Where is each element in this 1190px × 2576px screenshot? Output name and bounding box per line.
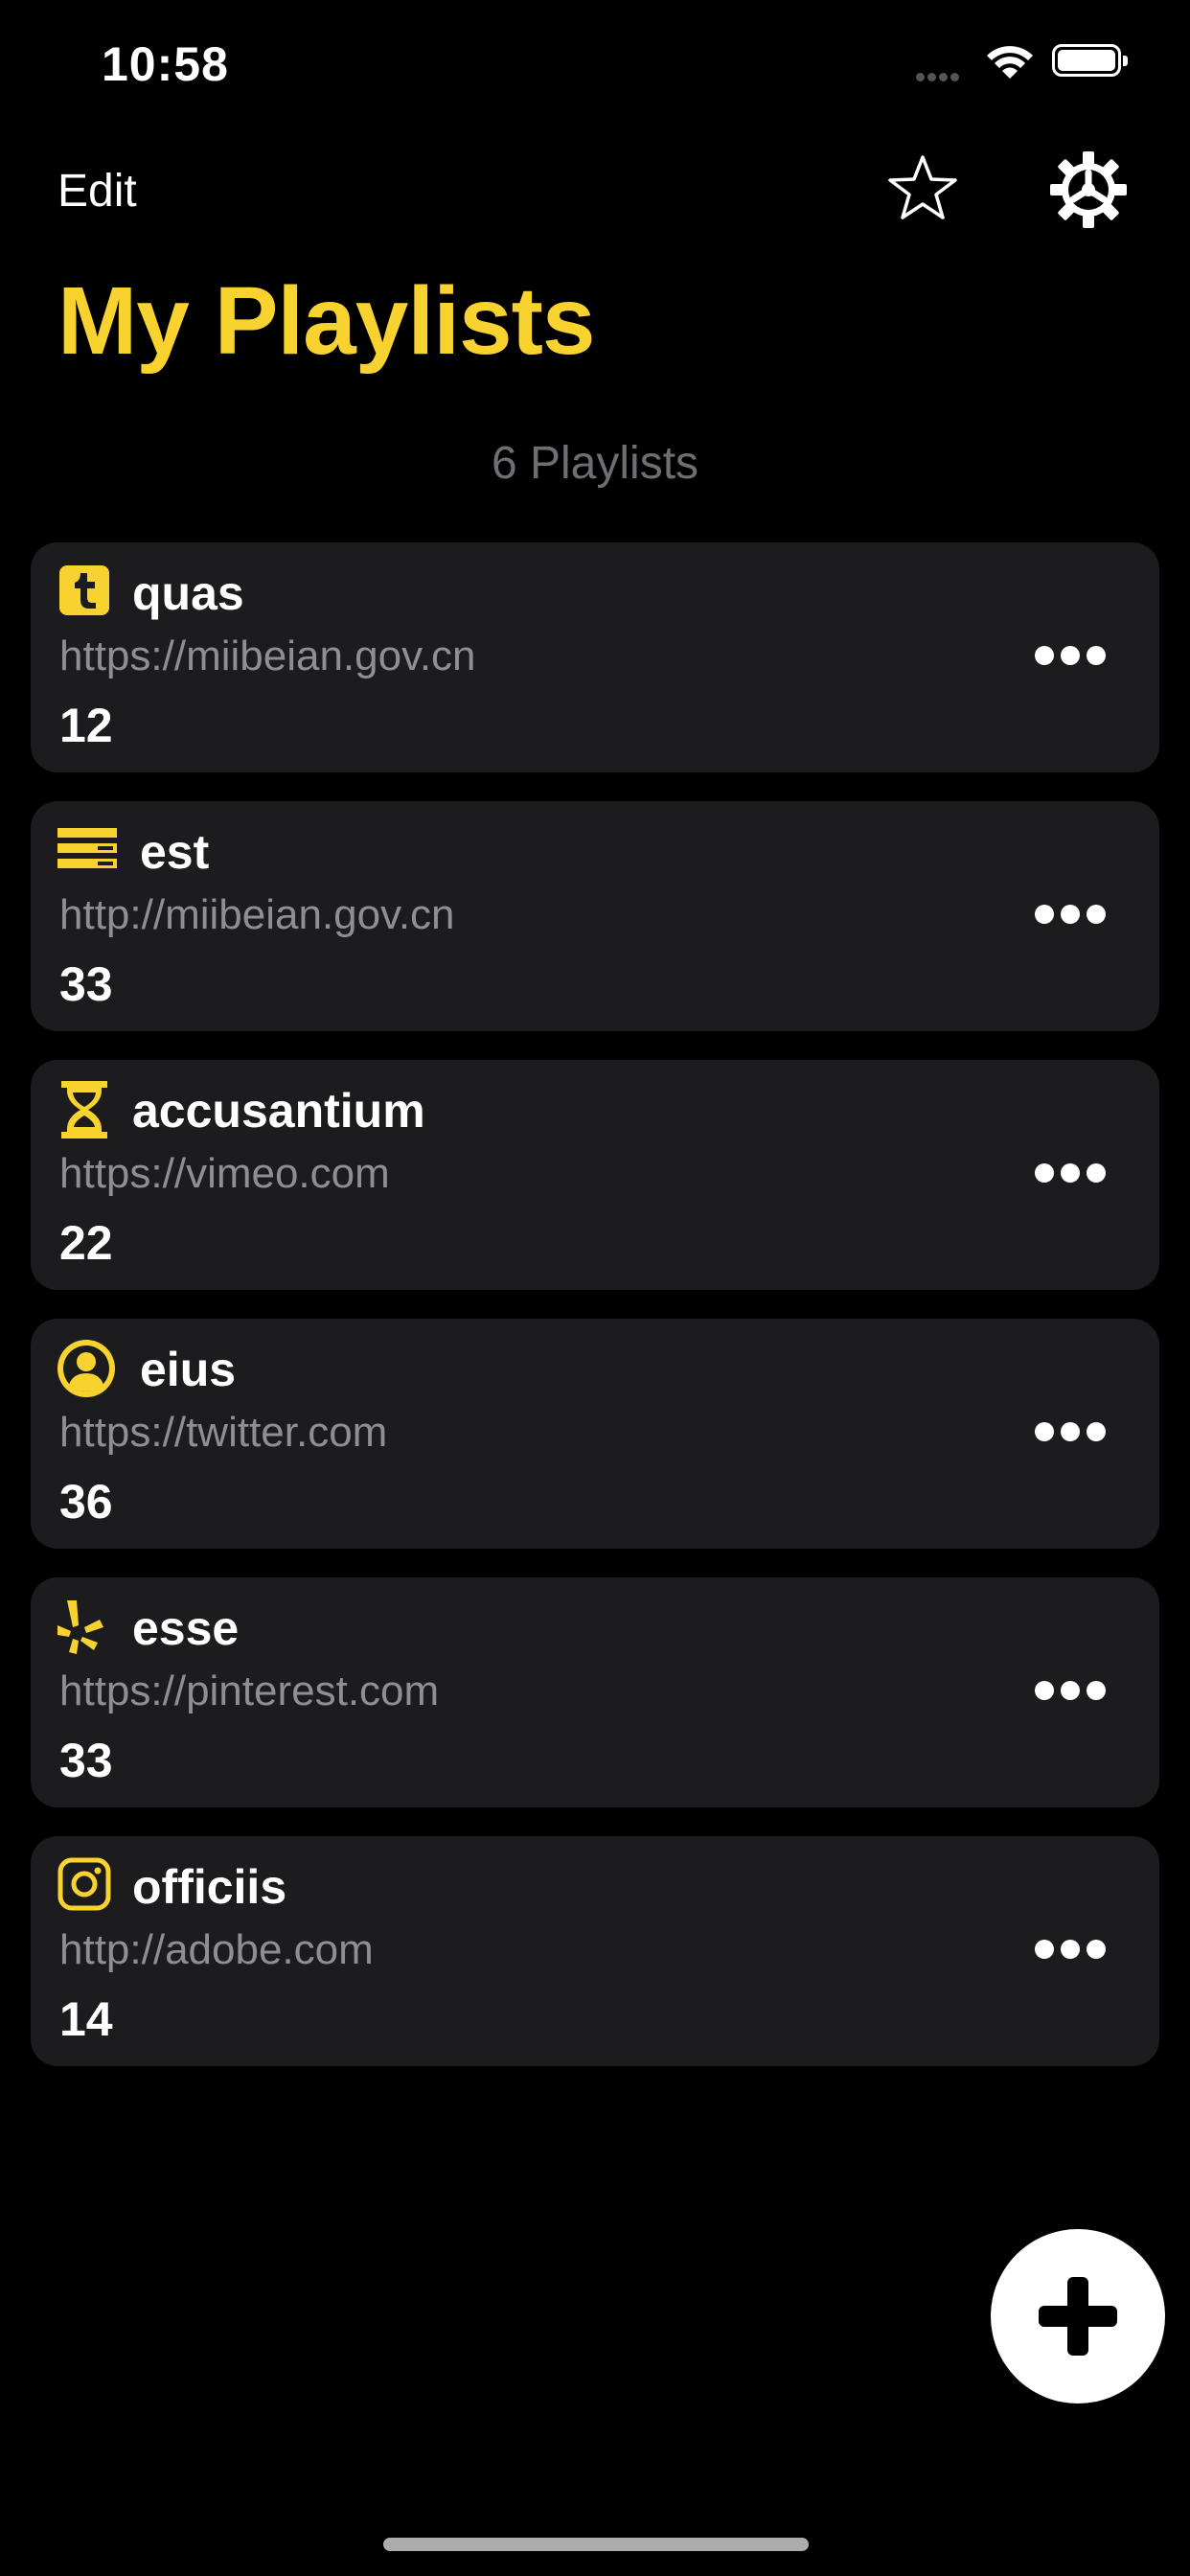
user-circle-icon: [57, 1340, 115, 1397]
playlist-url: https://pinterest.com: [59, 1668, 440, 1714]
playlist-name: quas: [132, 566, 244, 620]
playlist-name: accusantium: [132, 1084, 425, 1138]
star-icon[interactable]: [887, 153, 958, 227]
playlist-item-count: 33: [59, 957, 113, 1011]
playlist-url: https://miibeian.gov.cn: [59, 632, 476, 679]
add-playlist-button[interactable]: [991, 2229, 1165, 2404]
tumblr-icon: [57, 564, 111, 617]
home-indicator[interactable]: [383, 2538, 809, 2551]
playlist-card[interactable]: accusantium https://vimeo.com 22: [31, 1060, 1159, 1290]
plus-icon: [1039, 2277, 1117, 2356]
playlist-item-count: 14: [59, 1992, 113, 2046]
playlist-card[interactable]: esse https://pinterest.com 33: [31, 1577, 1159, 1807]
hourglass-icon: [57, 1081, 111, 1138]
settings-gear-icon[interactable]: [1048, 150, 1129, 235]
playlist-card[interactable]: officiis http://adobe.com 14: [31, 1836, 1159, 2066]
instagram-icon: [57, 1857, 111, 1911]
edit-button[interactable]: Edit: [57, 165, 137, 218]
cellular-signal-icon: [916, 69, 962, 86]
playlist-name: esse: [132, 1601, 240, 1655]
playlist-count: 6 Playlists: [491, 438, 699, 489]
playlist-url: https://vimeo.com: [59, 1150, 390, 1197]
wifi-icon: [985, 42, 1035, 85]
page-title: My Playlists: [57, 267, 596, 375]
playlist-item-count: 22: [59, 1216, 113, 1270]
more-options-icon[interactable]: [1035, 905, 1112, 929]
playlist-card[interactable]: eius https://twitter.com 36: [31, 1319, 1159, 1549]
playlist-url: https://twitter.com: [59, 1409, 388, 1456]
playlist-name: est: [140, 825, 210, 879]
yelp-icon: [57, 1598, 111, 1654]
playlist-name: officiis: [132, 1860, 287, 1914]
playlist-name: eius: [140, 1343, 237, 1396]
playlist-item-count: 36: [59, 1475, 113, 1529]
playlist-card[interactable]: quas https://miibeian.gov.cn 12: [31, 542, 1159, 772]
playlist-url: http://miibeian.gov.cn: [59, 891, 455, 938]
playlist-card[interactable]: est http://miibeian.gov.cn 33: [31, 801, 1159, 1031]
server-icon: [57, 822, 117, 876]
status-time: 10:58: [102, 37, 229, 91]
more-options-icon[interactable]: [1035, 646, 1112, 670]
playlist-item-count: 12: [59, 699, 113, 752]
more-options-icon[interactable]: [1035, 1163, 1112, 1187]
more-options-icon[interactable]: [1035, 1940, 1112, 1964]
playlist-url: http://adobe.com: [59, 1926, 374, 1973]
status-bar: 10:58: [0, 0, 1190, 128]
more-options-icon[interactable]: [1035, 1422, 1112, 1446]
playlist-item-count: 33: [59, 1734, 113, 1787]
battery-icon: [1052, 44, 1128, 77]
more-options-icon[interactable]: [1035, 1681, 1112, 1705]
